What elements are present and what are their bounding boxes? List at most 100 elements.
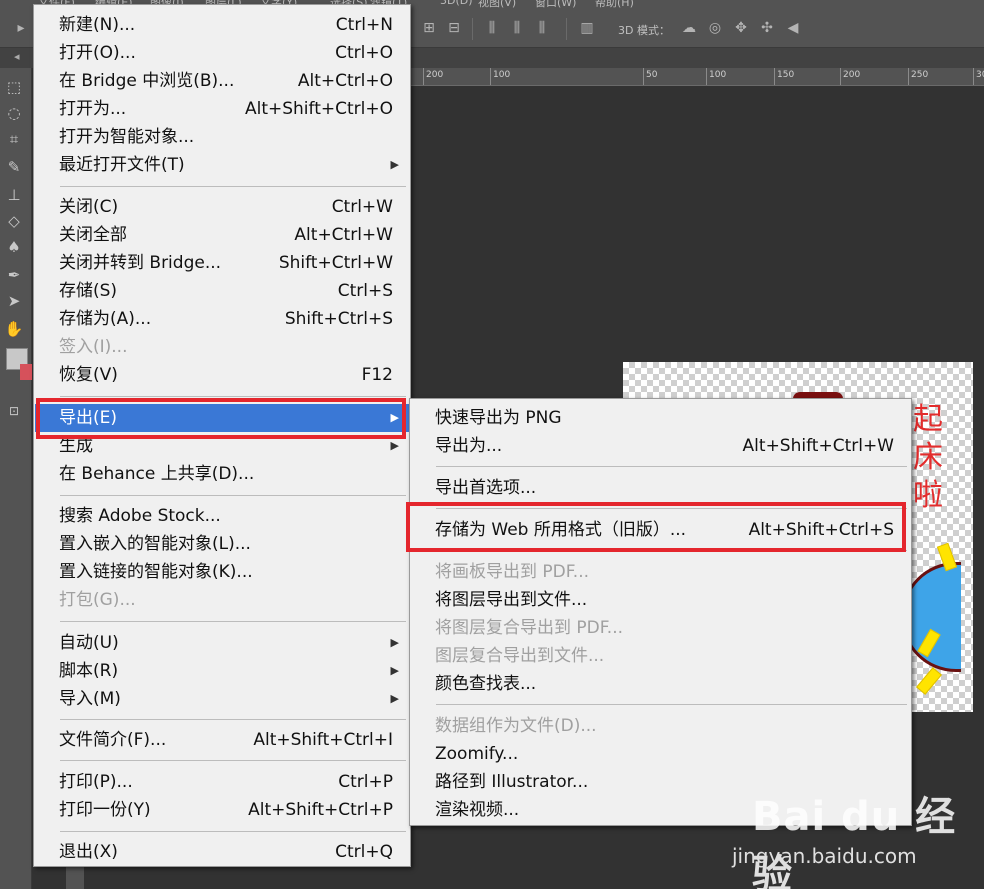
menu-item-color-lookup-tables[interactable]: 颜色查找表... bbox=[411, 670, 910, 698]
menu-item-label: 新建(N)... bbox=[59, 15, 136, 35]
menu-item-label: 打开为... bbox=[59, 99, 127, 119]
pen-tool-icon[interactable]: ✒ bbox=[3, 264, 25, 286]
menu-item-quick-export-png[interactable]: 快速导出为 PNG bbox=[411, 404, 910, 432]
separator bbox=[566, 18, 567, 40]
menubar-3d[interactable]: 3D(D) bbox=[440, 0, 473, 8]
distribute-top-icon[interactable]: ⫼ bbox=[483, 20, 501, 36]
menu-item-shortcut: Ctrl+O bbox=[335, 43, 393, 63]
menu-item-label: 置入链接的智能对象(K)... bbox=[59, 562, 253, 582]
lasso-tool-icon[interactable]: ◌ bbox=[3, 102, 25, 124]
menu-item-close[interactable]: 关闭(C) Ctrl+W bbox=[35, 193, 409, 221]
background-color-swatch[interactable] bbox=[20, 364, 32, 380]
ruler-tick bbox=[490, 68, 491, 85]
menu-item-scripts[interactable]: 脚本(R) ▶ bbox=[35, 657, 409, 685]
3d-slide-icon[interactable]: ✣ bbox=[758, 20, 776, 36]
menu-item-share-on-behance[interactable]: 在 Behance 上共享(D)... bbox=[35, 460, 409, 488]
3d-pan-icon[interactable]: ✥ bbox=[732, 20, 750, 36]
menu-item-label: 自动(U) bbox=[59, 633, 119, 653]
3d-orbit-icon[interactable]: ☁ bbox=[680, 20, 698, 36]
menu-item-save-for-web-legacy[interactable]: 存储为 Web 所用格式（旧版）... Alt+Shift+Ctrl+S bbox=[411, 516, 910, 544]
canvas-text: 啦 bbox=[913, 478, 943, 513]
menu-item-print[interactable]: 打印(P)... Ctrl+P bbox=[35, 768, 409, 796]
menu-item-label: 打开(O)... bbox=[59, 43, 136, 63]
menu-item-label: 签入(I)... bbox=[59, 337, 128, 357]
menu-item-shortcut: Alt+Ctrl+O bbox=[297, 71, 393, 91]
ruler-label: 100 bbox=[493, 70, 511, 80]
watermark-url: jingyan.baidu.com bbox=[732, 844, 917, 868]
crop-tool-icon[interactable]: ⌗ bbox=[3, 128, 25, 150]
eyedropper-tool-icon[interactable]: ✎ bbox=[3, 156, 25, 178]
menu-item-print-one-copy[interactable]: 打印一份(Y) Alt+Shift+Ctrl+P bbox=[35, 796, 409, 824]
menu-item-export[interactable]: 导出(E) ▶ bbox=[35, 404, 409, 432]
menu-item-export-as[interactable]: 导出为... Alt+Shift+Ctrl+W bbox=[411, 432, 910, 460]
eraser-tool-icon[interactable]: ◇ bbox=[3, 210, 25, 232]
menu-item-place-linked[interactable]: 置入链接的智能对象(K)... bbox=[35, 558, 409, 586]
menu-item-automate[interactable]: 自动(U) ▶ bbox=[35, 629, 409, 657]
submenu-arrow-icon: ▶ bbox=[390, 636, 399, 649]
ruler-label: 200 bbox=[843, 70, 861, 80]
move-tool-icon[interactable]: ▸ bbox=[12, 20, 30, 36]
hand-tool-icon[interactable]: ✋ bbox=[3, 318, 25, 340]
menu-item-save-as[interactable]: 存储为(A)... Shift+Ctrl+S bbox=[35, 305, 409, 333]
menu-item-check-in: 签入(I)... bbox=[35, 333, 409, 361]
ruler-tick bbox=[706, 68, 707, 85]
3d-scale-icon[interactable]: ◀ bbox=[784, 20, 802, 36]
menu-item-label: 退出(X) bbox=[59, 842, 118, 862]
marquee-tool-icon[interactable]: ⬚ bbox=[3, 76, 25, 98]
auto-align-icon[interactable]: ▥ bbox=[578, 20, 596, 36]
quick-mask-icon[interactable]: ⊡ bbox=[3, 400, 25, 422]
menu-item-close-all[interactable]: 关闭全部 Alt+Ctrl+W bbox=[35, 221, 409, 249]
path-select-tool-icon[interactable]: ➤ bbox=[3, 290, 25, 312]
menubar-window[interactable]: 窗口(W) bbox=[535, 0, 576, 9]
menu-item-zoomify[interactable]: Zoomify... bbox=[411, 740, 910, 768]
align-left-icon[interactable]: ⊞ bbox=[420, 20, 438, 36]
menu-separator bbox=[60, 495, 406, 496]
menu-item-generate[interactable]: 生成 ▶ bbox=[35, 432, 409, 460]
menu-item-shortcut: Ctrl+P bbox=[338, 772, 393, 792]
menu-item-place-embedded[interactable]: 置入嵌入的智能对象(L)... bbox=[35, 530, 409, 558]
menu-item-shortcut: Alt+Shift+Ctrl+S bbox=[748, 520, 894, 540]
menu-item-browse-in-bridge[interactable]: 在 Bridge 中浏览(B)... Alt+Ctrl+O bbox=[35, 67, 409, 95]
menu-separator bbox=[436, 508, 907, 509]
ruler-tick bbox=[774, 68, 775, 85]
menu-item-layers-to-files[interactable]: 将图层导出到文件... bbox=[411, 586, 910, 614]
menu-item-new[interactable]: 新建(N)... Ctrl+N bbox=[35, 11, 409, 39]
menu-item-label: 将图层导出到文件... bbox=[435, 590, 588, 610]
ruler-tick bbox=[908, 68, 909, 85]
menu-separator bbox=[436, 466, 907, 467]
menu-item-search-adobe-stock[interactable]: 搜索 Adobe Stock... bbox=[35, 502, 409, 530]
menu-item-revert[interactable]: 恢复(V) F12 bbox=[35, 361, 409, 389]
distribute-bottom-icon[interactable]: ⫼ bbox=[533, 20, 551, 36]
menu-item-label: 生成 bbox=[59, 436, 93, 456]
menu-item-label: 搜索 Adobe Stock... bbox=[59, 506, 221, 526]
menu-item-label: 颜色查找表... bbox=[435, 674, 537, 694]
ruler-label: 250 bbox=[911, 70, 929, 80]
menu-item-save[interactable]: 存储(S) Ctrl+S bbox=[35, 277, 409, 305]
collapse-icon[interactable]: ◂ bbox=[14, 50, 20, 63]
menu-item-file-info[interactable]: 文件简介(F)... Alt+Shift+Ctrl+I bbox=[35, 726, 409, 754]
align-center-icon[interactable]: ⊟ bbox=[445, 20, 463, 36]
menu-item-open-as[interactable]: 打开为... Alt+Shift+Ctrl+O bbox=[35, 95, 409, 123]
menu-item-import[interactable]: 导入(M) ▶ bbox=[35, 685, 409, 713]
menu-item-label: 将画板导出到 PDF... bbox=[435, 562, 590, 582]
menu-item-open-as-smart-object[interactable]: 打开为智能对象... bbox=[35, 123, 409, 151]
menu-item-close-and-go-to-bridge[interactable]: 关闭并转到 Bridge... Shift+Ctrl+W bbox=[35, 249, 409, 277]
menu-separator bbox=[436, 550, 907, 551]
ruler-tick bbox=[643, 68, 644, 85]
menu-item-exit[interactable]: 退出(X) Ctrl+Q bbox=[35, 838, 409, 866]
menu-item-open[interactable]: 打开(O)... Ctrl+O bbox=[35, 39, 409, 67]
stamp-tool-icon[interactable]: ⊥ bbox=[3, 184, 25, 206]
menu-item-shortcut: Ctrl+N bbox=[335, 15, 393, 35]
menu-separator bbox=[60, 396, 406, 397]
3d-roll-icon[interactable]: ◎ bbox=[706, 20, 724, 36]
menu-item-label: 导出(E) bbox=[59, 408, 118, 428]
menu-item-open-recent[interactable]: 最近打开文件(T) ▶ bbox=[35, 151, 409, 179]
ruler-label: 150 bbox=[777, 70, 795, 80]
menubar-view[interactable]: 视图(V) bbox=[478, 0, 516, 9]
menubar-help[interactable]: 帮助(H) bbox=[595, 0, 634, 9]
submenu-arrow-icon: ▶ bbox=[390, 439, 399, 452]
distribute-middle-icon[interactable]: ⫼ bbox=[508, 20, 526, 36]
smudge-tool-icon[interactable]: ♠ bbox=[3, 236, 25, 258]
ruler-label: 50 bbox=[646, 70, 658, 80]
menu-item-export-preferences[interactable]: 导出首选项... bbox=[411, 474, 910, 502]
